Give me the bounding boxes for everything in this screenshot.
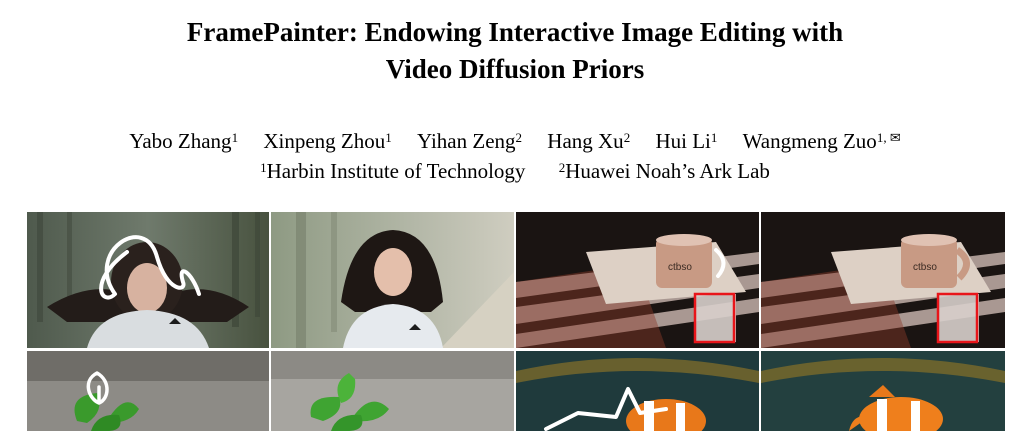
girl-sketch-image bbox=[27, 212, 269, 348]
author: Hang Xu2 bbox=[547, 129, 631, 153]
affiliation-list: 1Harbin Institute of Technology 2Huawei … bbox=[0, 157, 1030, 185]
author: Wangmeng Zuo1, ✉ bbox=[742, 129, 901, 153]
title-line-1: FramePainter: Endowing Interactive Image… bbox=[186, 17, 844, 47]
figure-panel-sprout-result bbox=[271, 351, 514, 431]
author: Xinpeng Zhou1 bbox=[263, 129, 392, 153]
girl-result-image bbox=[271, 212, 514, 348]
svg-text:ctbso: ctbso bbox=[668, 262, 692, 273]
figure-panel-girl-sketch bbox=[27, 212, 269, 348]
svg-text:ctbso: ctbso bbox=[913, 262, 937, 273]
sprout-result-image bbox=[271, 351, 514, 431]
author-list: Yabo Zhang1 Xinpeng Zhou1 Yihan Zeng2 Ha… bbox=[0, 127, 1030, 155]
affiliation: 1Harbin Institute of Technology bbox=[260, 159, 526, 183]
figure-panel-mug-result: ctbso bbox=[761, 212, 1005, 348]
fish-sketch-image bbox=[516, 351, 759, 431]
figure-panel-fish-sketch bbox=[516, 351, 759, 431]
paper-title: FramePainter: Endowing Interactive Image… bbox=[0, 14, 1030, 88]
sprout-sketch-image bbox=[27, 351, 269, 431]
figure-panel-sprout-sketch bbox=[27, 351, 269, 431]
mug-result-image: ctbso bbox=[761, 212, 1005, 348]
fish-result-image bbox=[761, 351, 1005, 431]
affiliation: 2Huawei Noah’s Ark Lab bbox=[558, 159, 770, 183]
mug-drag-image: ctbso bbox=[516, 212, 759, 348]
author: Yabo Zhang1 bbox=[129, 129, 239, 153]
figure-panel-fish-result bbox=[761, 351, 1005, 431]
figure-panel-girl-result bbox=[271, 212, 514, 348]
author: Hui Li1 bbox=[655, 129, 718, 153]
title-line-2: Video Diffusion Priors bbox=[385, 54, 645, 84]
author: Yihan Zeng2 bbox=[416, 129, 523, 153]
figure-panel-mug-drag: ctbso bbox=[516, 212, 759, 348]
